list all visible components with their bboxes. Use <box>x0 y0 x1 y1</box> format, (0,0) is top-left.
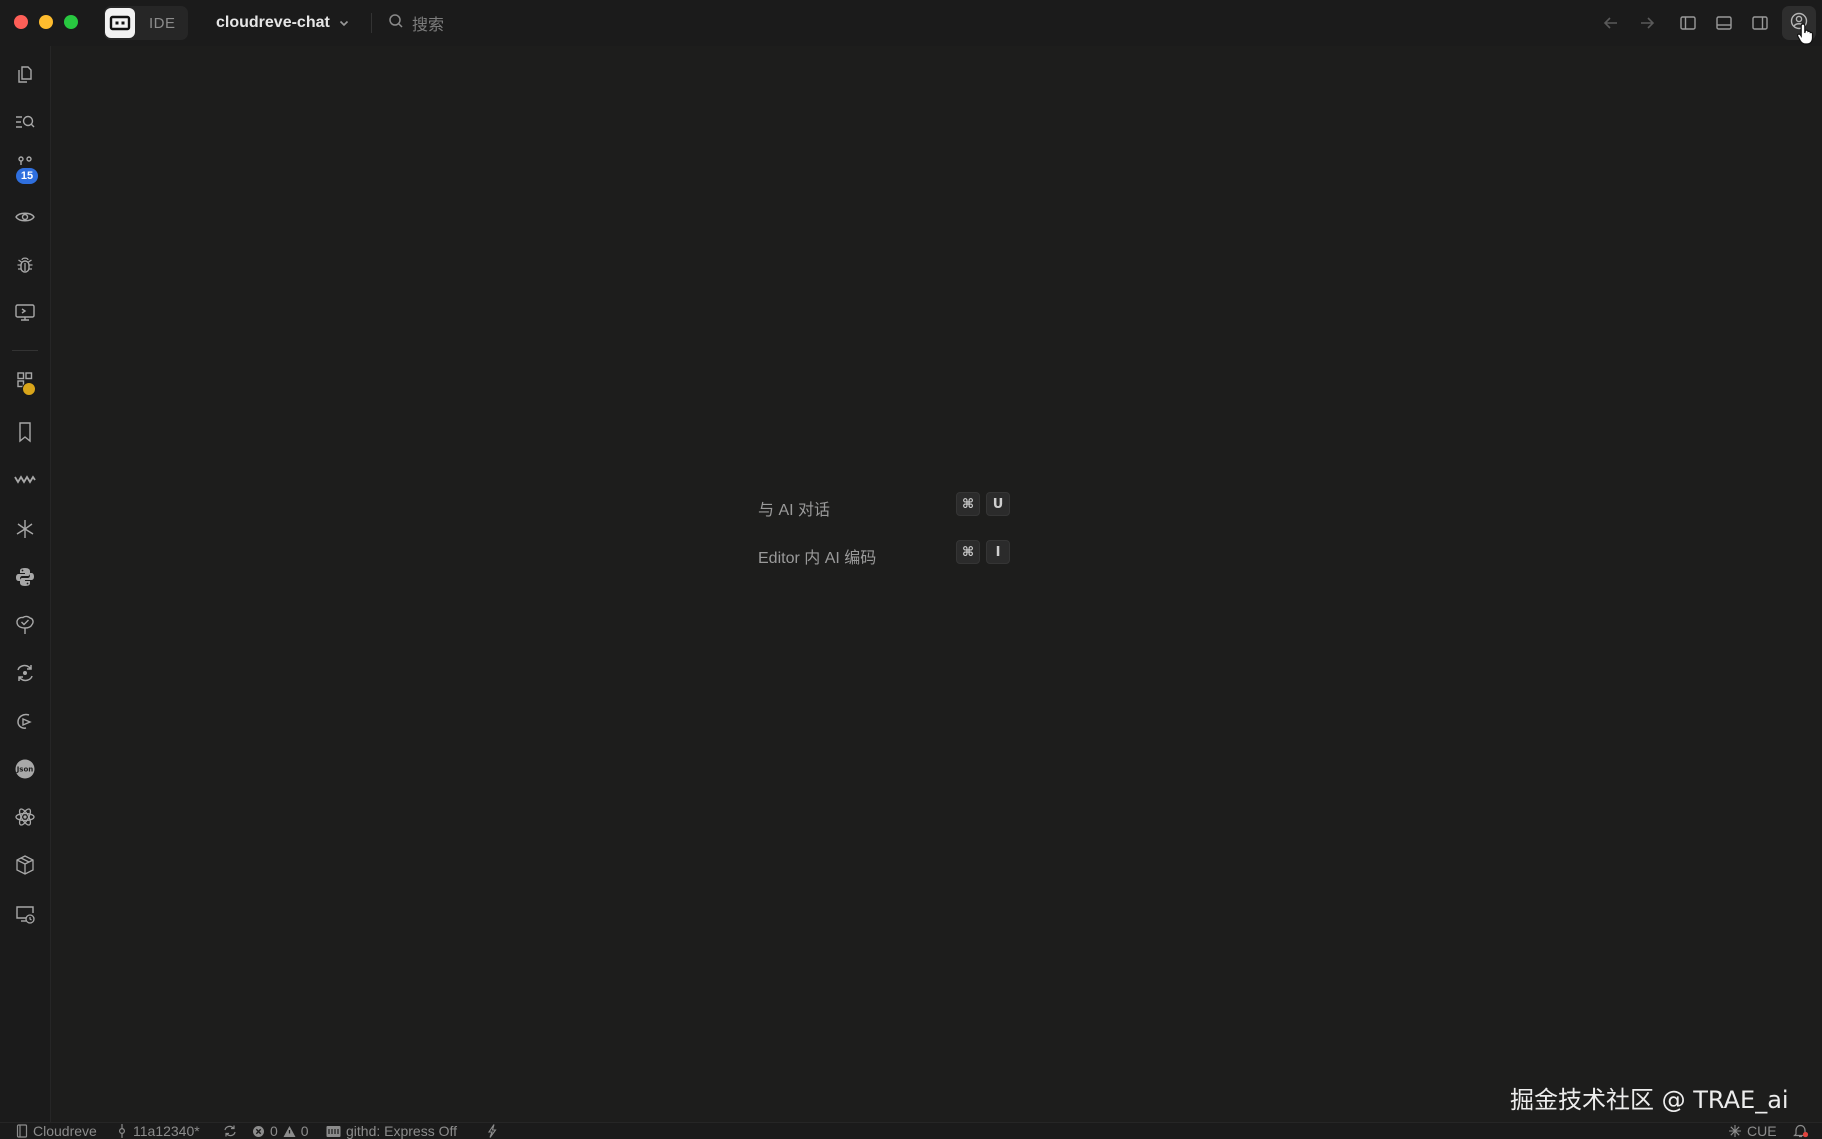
bookmark-icon[interactable] <box>9 416 41 448</box>
repo-status[interactable]: Cloudreve <box>16 1123 97 1139</box>
warning-count: 0 <box>300 1123 309 1139</box>
lightning-icon[interactable] <box>486 1123 498 1139</box>
react-icon[interactable] <box>9 801 41 833</box>
remote-monitor-icon[interactable] <box>9 898 41 930</box>
hint-row-chat: 与 AI 对话 ⌘ U <box>758 486 1078 534</box>
search-list-icon[interactable] <box>9 106 41 138</box>
minimize-window-button[interactable] <box>39 15 53 29</box>
toggle-panel-icon[interactable] <box>1712 11 1736 35</box>
search-placeholder: 搜索 <box>412 17 445 34</box>
command-key: ⌘ <box>956 492 980 516</box>
problems-status[interactable]: 0 0 <box>252 1123 309 1139</box>
git-commit-icon <box>116 1124 128 1138</box>
shortcut-hints: 与 AI 对话 ⌘ U Editor 内 AI 编码 ⌘ I <box>758 486 1078 582</box>
app-logo-icon <box>105 8 135 38</box>
notifications-bell-icon[interactable] <box>1793 1123 1809 1139</box>
tree-check-icon[interactable] <box>9 609 41 641</box>
language-icon <box>1728 1124 1742 1138</box>
language-name: CUE <box>1747 1123 1777 1139</box>
letter-key: U <box>986 492 1010 516</box>
search-box[interactable]: 搜索 <box>388 10 444 36</box>
hint-label: 与 AI 对话 <box>758 502 831 519</box>
wave-icon[interactable] <box>9 464 41 496</box>
warning-icon <box>283 1125 296 1138</box>
project-switcher[interactable]: cloudreve-chat <box>216 10 350 36</box>
status-bar: Cloudreve 11a12340* 0 0 githd: Express O… <box>0 1122 1822 1139</box>
repo-name: Cloudreve <box>33 1123 97 1139</box>
repo-icon <box>16 1124 28 1138</box>
toggle-secondary-sidebar-icon[interactable] <box>1748 11 1772 35</box>
hint-row-inline: Editor 内 AI 编码 ⌘ I <box>758 534 1078 582</box>
search-icon <box>388 13 404 34</box>
error-count: 0 <box>270 1123 278 1139</box>
shortcut-keys: ⌘ I <box>956 540 1010 564</box>
run-icon[interactable] <box>9 705 41 737</box>
hint-label: Editor 内 AI 编码 <box>758 550 877 567</box>
forward-arrow-icon[interactable] <box>1635 11 1659 35</box>
remote-explorer-icon[interactable] <box>9 296 41 328</box>
githd-status[interactable]: githd: Express Off <box>326 1123 457 1139</box>
activity-separator <box>12 350 38 351</box>
title-divider <box>371 13 372 33</box>
branch-name: 11a12340* <box>133 1123 200 1139</box>
json-icon[interactable]: Json <box>9 753 41 785</box>
githd-icon <box>326 1125 341 1138</box>
project-name: cloudreve-chat <box>216 14 330 31</box>
chevron-down-icon <box>338 17 350 29</box>
sync-icon[interactable] <box>9 657 41 689</box>
asterisk-icon[interactable] <box>9 513 41 545</box>
watermark-text: 掘金技术社区 @ TRAE_ai <box>1510 1086 1789 1114</box>
source-control-badge: 15 <box>16 168 38 184</box>
maximize-window-button[interactable] <box>64 15 78 29</box>
editor-area[interactable] <box>51 46 1822 1122</box>
mode-switch[interactable]: IDE <box>104 6 188 40</box>
branch-status[interactable]: 11a12340* <box>116 1123 200 1139</box>
githd-label: githd: Express Off <box>346 1123 458 1139</box>
python-icon[interactable] <box>9 561 41 593</box>
svg-text:Json: Json <box>16 766 34 774</box>
letter-key: I <box>986 540 1010 564</box>
back-arrow-icon[interactable] <box>1599 11 1623 35</box>
sync-changes-icon[interactable] <box>222 1123 238 1139</box>
bug-icon[interactable] <box>9 249 41 281</box>
eye-icon[interactable] <box>9 201 41 233</box>
mode-label: IDE <box>149 15 176 32</box>
language-status[interactable]: CUE <box>1728 1123 1777 1139</box>
activity-bar: 15 Json <box>0 46 51 1122</box>
title-bar: IDE cloudreve-chat 搜索 <box>0 0 1822 46</box>
package-icon[interactable] <box>9 849 41 881</box>
command-key: ⌘ <box>956 540 980 564</box>
toggle-sidebar-icon[interactable] <box>1676 11 1700 35</box>
extensions-update-badge <box>22 382 36 396</box>
close-window-button[interactable] <box>14 15 28 29</box>
error-icon <box>252 1125 265 1138</box>
shortcut-keys: ⌘ U <box>956 492 1010 516</box>
files-icon[interactable] <box>9 58 41 90</box>
